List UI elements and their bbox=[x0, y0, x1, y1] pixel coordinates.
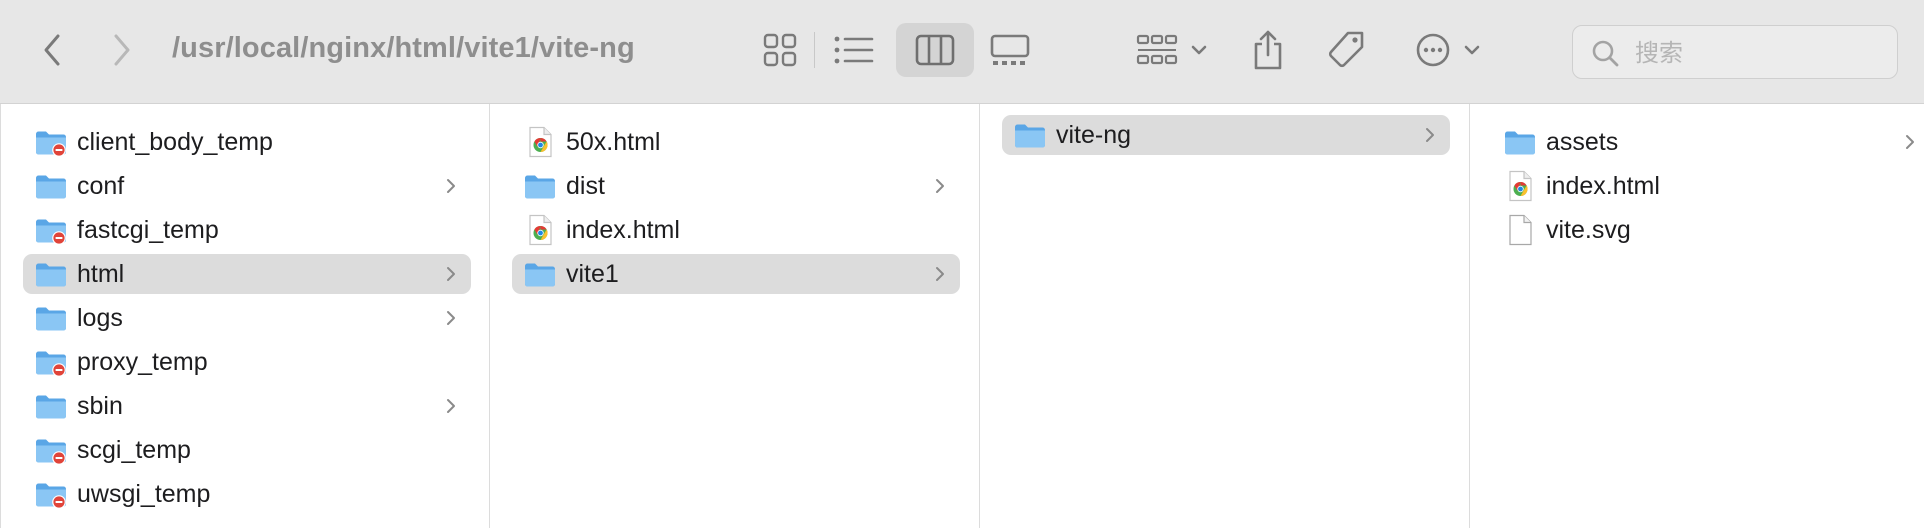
folder-icon bbox=[1014, 119, 1046, 151]
finder-window: /usr/local/nginx/html/vite1/vite-ng 搜索 c… bbox=[0, 0, 1924, 528]
browser-column-4[interactable]: assets index.html vite.svg bbox=[1470, 104, 1924, 528]
list-item[interactable]: fastcgi_temp bbox=[23, 210, 471, 250]
list-item[interactable]: dist bbox=[512, 166, 960, 206]
toolbar-divider bbox=[814, 32, 815, 68]
list-item[interactable]: client_body_temp bbox=[23, 122, 471, 162]
list-item[interactable]: index.html bbox=[1492, 166, 1924, 206]
folder-restricted-icon bbox=[35, 126, 67, 158]
chevron-right-icon bbox=[1900, 132, 1920, 152]
toolbar: /usr/local/nginx/html/vite1/vite-ng bbox=[0, 0, 1924, 104]
list-item[interactable]: logs bbox=[23, 298, 471, 338]
folder-icon bbox=[524, 258, 556, 290]
back-button[interactable] bbox=[30, 28, 74, 72]
item-label: dist bbox=[566, 172, 605, 200]
folder-icon bbox=[35, 258, 67, 290]
list-item-selected[interactable]: vite1 bbox=[512, 254, 960, 294]
list-item[interactable]: assets bbox=[1492, 122, 1924, 162]
search-icon bbox=[1591, 39, 1619, 67]
share-button[interactable] bbox=[1246, 24, 1290, 76]
folder-restricted-icon bbox=[35, 346, 67, 378]
list-item[interactable]: vite.svg bbox=[1492, 210, 1924, 250]
search-field[interactable] bbox=[1572, 25, 1898, 79]
chrome-html-file-icon bbox=[1504, 170, 1536, 202]
folder-icon bbox=[1504, 126, 1536, 158]
chrome-html-file-icon bbox=[524, 126, 556, 158]
folder-restricted-icon bbox=[35, 478, 67, 510]
list-item[interactable]: proxy_temp bbox=[23, 342, 471, 382]
item-label: logs bbox=[77, 304, 123, 332]
folder-icon bbox=[35, 390, 67, 422]
chevron-right-icon bbox=[930, 264, 950, 284]
list-item[interactable]: uwsgi_temp bbox=[23, 474, 471, 514]
item-label: conf bbox=[77, 172, 125, 200]
item-label: fastcgi_temp bbox=[77, 216, 219, 244]
gallery-icon bbox=[990, 34, 1030, 65]
browser-column-2[interactable]: 50x.html dist index.html vite1 bbox=[490, 104, 980, 528]
chevron-right-icon bbox=[441, 264, 461, 284]
item-label: sbin bbox=[77, 392, 123, 420]
chevron-right-icon bbox=[930, 176, 950, 196]
chevron-right-icon bbox=[441, 396, 461, 416]
item-label: html bbox=[77, 260, 125, 288]
forward-button[interactable] bbox=[100, 28, 144, 72]
item-label: 50x.html bbox=[566, 128, 661, 156]
item-label: scgi_temp bbox=[77, 436, 191, 464]
item-label: vite.svg bbox=[1546, 216, 1631, 244]
share-icon bbox=[1254, 30, 1282, 70]
chrome-html-file-icon bbox=[524, 214, 556, 246]
item-label: assets bbox=[1546, 128, 1619, 156]
folder-icon bbox=[35, 170, 67, 202]
item-label: index.html bbox=[1546, 172, 1660, 200]
chevron-right-icon bbox=[441, 176, 461, 196]
folder-icon bbox=[35, 302, 67, 334]
window-title-path: /usr/local/nginx/html/vite1/vite-ng bbox=[172, 32, 635, 64]
chevron-down-icon bbox=[1464, 45, 1480, 55]
group-grid-icon bbox=[1136, 34, 1178, 65]
ellipsis-circle-icon bbox=[1416, 33, 1450, 67]
item-label: proxy_temp bbox=[77, 348, 208, 376]
search-input[interactable] bbox=[1633, 34, 1887, 72]
gallery-view-button[interactable] bbox=[986, 26, 1034, 74]
chevron-right-icon bbox=[441, 308, 461, 328]
folder-restricted-icon bbox=[35, 434, 67, 466]
list-item[interactable]: conf bbox=[23, 166, 471, 206]
folder-restricted-icon bbox=[35, 214, 67, 246]
list-item-selected[interactable]: html bbox=[23, 254, 471, 294]
list-view-button[interactable] bbox=[830, 26, 878, 74]
tag-button[interactable] bbox=[1322, 26, 1370, 74]
list-item[interactable]: sbin bbox=[23, 386, 471, 426]
chevron-right-icon bbox=[114, 34, 130, 66]
item-label: index.html bbox=[566, 216, 680, 244]
chevron-down-icon bbox=[1191, 45, 1207, 55]
folder-icon bbox=[524, 170, 556, 202]
list-icon bbox=[834, 36, 874, 64]
item-label: vite1 bbox=[566, 260, 619, 288]
list-item-selected[interactable]: vite-ng bbox=[1002, 115, 1450, 155]
tag-icon bbox=[1328, 31, 1364, 68]
blank-file-icon bbox=[1504, 214, 1536, 246]
item-label: uwsgi_temp bbox=[77, 480, 211, 508]
column-view-button[interactable] bbox=[896, 23, 974, 77]
group-by-button[interactable] bbox=[1136, 26, 1208, 74]
item-label: vite-ng bbox=[1056, 121, 1132, 149]
grid-icon bbox=[763, 33, 797, 67]
more-actions-button[interactable] bbox=[1410, 26, 1486, 74]
columns-icon bbox=[915, 34, 955, 66]
browser-column-1[interactable]: client_body_temp conf fastcgi_temp html … bbox=[0, 104, 490, 528]
list-item[interactable]: index.html bbox=[512, 210, 960, 250]
list-item[interactable]: 50x.html bbox=[512, 122, 960, 162]
chevron-left-icon bbox=[44, 34, 60, 66]
list-item[interactable]: scgi_temp bbox=[23, 430, 471, 470]
chevron-right-icon bbox=[1420, 125, 1440, 145]
icon-view-button[interactable] bbox=[756, 26, 804, 74]
item-label: client_body_temp bbox=[77, 128, 273, 156]
browser-column-3[interactable]: vite-ng bbox=[980, 104, 1470, 528]
